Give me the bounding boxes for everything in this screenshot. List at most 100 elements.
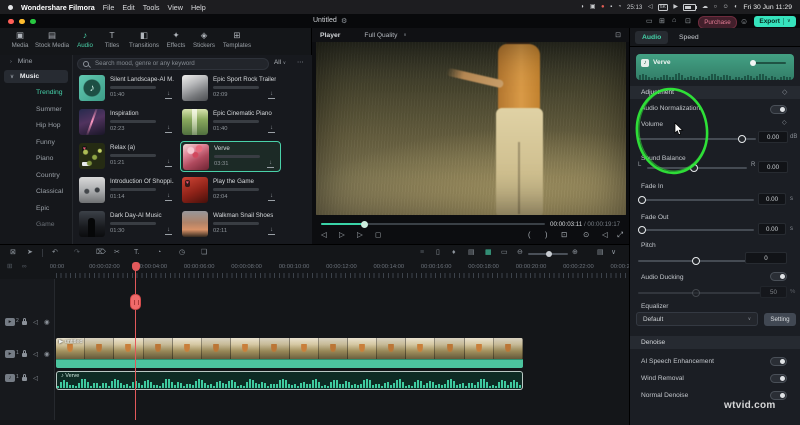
sidebar-item-summer[interactable]: Summer (36, 106, 62, 113)
app-menu-title[interactable]: Wondershare Filmora (21, 3, 95, 12)
fade-in-slider[interactable] (638, 195, 754, 204)
home-icon[interactable]: ⌂ (672, 17, 676, 24)
volume-slider[interactable] (638, 134, 756, 143)
tab-transitions[interactable]: ◧ Transitions (129, 30, 159, 49)
library-item-selected[interactable]: Verve 03:31 ↓ (180, 141, 281, 172)
fade-out-handle[interactable] (638, 225, 646, 234)
playback-progress-bar[interactable] (321, 220, 545, 228)
quality-dropdown[interactable]: Full Quality (364, 32, 397, 39)
render-icon[interactable]: ▤ (468, 248, 475, 258)
tab-stickers[interactable]: ◈ Stickers (193, 30, 215, 49)
ducking-slider[interactable] (638, 288, 760, 297)
search-input[interactable] (93, 59, 263, 68)
reset-volume-icon[interactable]: ◇ (782, 119, 787, 126)
tab-stock-media[interactable]: ▤ Stock Media (35, 30, 69, 49)
fade-out-value[interactable]: 0.00 (758, 223, 786, 235)
play-icon[interactable]: ▶ (673, 4, 678, 10)
clip-volume-handle[interactable] (750, 60, 756, 66)
split-icon[interactable]: ✂ (114, 248, 120, 258)
music-label-row[interactable]: ∨ Music (10, 73, 39, 80)
download-icon[interactable]: ↓ (165, 193, 172, 201)
link-icon[interactable]: ∞ (22, 262, 27, 272)
wind-removal-toggle[interactable] (770, 374, 787, 383)
manage-tracks-icon[interactable]: ⊞ (7, 262, 12, 272)
zoom-out-icon[interactable]: ⊖ (517, 248, 523, 258)
denoise-section-header[interactable]: Denoise (630, 336, 800, 349)
lock-track-icon[interactable] (22, 374, 27, 381)
mixer-icon[interactable]: ≡ (420, 248, 424, 258)
selected-clip-bar[interactable]: ♪ Verve (636, 54, 794, 80)
tab-templates[interactable]: ⊞ Templates (223, 30, 251, 49)
sidebar-item-country[interactable]: Country (36, 172, 60, 179)
upload-cloud-icon[interactable]: ⊞ (659, 17, 665, 25)
undo-icon[interactable]: ↶ (52, 248, 58, 258)
menu-item-edit[interactable]: Edit (122, 3, 134, 12)
minimize-window-button[interactable] (19, 18, 25, 24)
record-dot-icon[interactable]: ● (601, 4, 605, 10)
capture-icon[interactable]: ▪ (610, 4, 612, 10)
ducking-value[interactable]: 50 (760, 286, 787, 298)
library-item[interactable]: Walkman Snail Shoes 02:11 ↓ (180, 209, 281, 240)
audio-ducking-toggle[interactable] (770, 272, 787, 281)
volume-handle[interactable] (738, 134, 746, 143)
preview-render-icon[interactable]: ▦ (485, 248, 492, 258)
clip-volume-slider[interactable] (750, 60, 786, 66)
normal-denoise-toggle[interactable] (770, 391, 787, 400)
library-item[interactable]: Introduction Of Shoppi... 01:14 ↓ (77, 175, 178, 206)
mute-icon[interactable]: ◁ (602, 229, 608, 241)
project-settings-icon[interactable]: ⚙ (341, 17, 347, 25)
tab-titles[interactable]: T Titles (105, 30, 120, 49)
download-icon[interactable]: ↓ (165, 227, 172, 235)
library-item[interactable]: ♥ Relax (a) 01:21 ↓ (77, 141, 178, 172)
equalizer-preset-dropdown[interactable]: Default ∨ (636, 312, 758, 326)
video-track-icon[interactable]: ▸ (5, 318, 15, 326)
library-item[interactable]: Silent Landscape-AI M... 01:40 ↓ (77, 73, 178, 104)
display-mirror-icon[interactable]: ◗ (581, 4, 585, 10)
progress-handle[interactable] (361, 220, 368, 228)
adjustment-section-header[interactable]: Adjustment (630, 86, 800, 99)
download-icon[interactable]: ↓ (268, 193, 275, 201)
download-icon[interactable]: ↓ (268, 227, 275, 235)
sidebar-item-classical[interactable]: Classical (36, 188, 63, 195)
recording-timer[interactable]: ◔ (618, 4, 622, 10)
sidebar-item-game[interactable]: Game (36, 221, 55, 228)
menu-item-tools[interactable]: Tools (143, 3, 160, 12)
balance-slider[interactable] (647, 163, 747, 172)
video-clip[interactable]: ▶ untitled (56, 338, 523, 368)
playhead-pin[interactable] (131, 262, 140, 271)
download-icon[interactable]: ↓ (268, 125, 275, 133)
mute-track-icon[interactable]: ◁ (33, 318, 38, 327)
pitch-handle[interactable] (692, 256, 700, 265)
delete-icon[interactable]: ⌦ (96, 248, 106, 258)
balance-handle[interactable] (690, 163, 698, 172)
volume-icon[interactable]: ◁ (648, 4, 653, 10)
pitch-value[interactable]: 0 (745, 252, 787, 264)
close-window-button[interactable] (8, 18, 14, 24)
stop-icon[interactable]: ◻ (375, 229, 381, 241)
library-item[interactable]: Epic Cinematic Piano 01:40 ↓ (180, 107, 281, 138)
menu-item-help[interactable]: Help (191, 3, 206, 12)
pointer-icon[interactable]: ➤ (27, 248, 33, 258)
download-icon[interactable]: ↓ (268, 91, 275, 99)
reset-adjustment-icon[interactable]: ◇ (782, 88, 787, 96)
audio-track-icon[interactable]: ♪ (5, 374, 15, 382)
volume-value[interactable]: 0.00 (758, 131, 788, 143)
mute-track-icon[interactable]: ◁ (33, 374, 38, 383)
purchase-button[interactable]: Purchase (698, 15, 737, 29)
filter-dropdown[interactable]: All ∨ (274, 59, 286, 66)
audio-clip[interactable]: ♪ Verve (56, 371, 523, 390)
apple-logo-icon[interactable] (8, 4, 13, 10)
zoom-in-icon[interactable]: ⊕ (572, 248, 578, 258)
cloud-icon[interactable]: ☁ (702, 4, 708, 10)
redo-icon[interactable]: ↷ (74, 248, 80, 258)
marker-icon[interactable]: ♦ (452, 248, 456, 258)
sidebar-item-trending[interactable]: Trending (36, 89, 63, 96)
mute-track-icon[interactable]: ◁ (33, 350, 38, 359)
display-icon[interactable]: ⊡ (561, 229, 567, 241)
media-view-icon[interactable]: ⊠ (10, 248, 16, 258)
timer-icon[interactable]: ◷ (179, 248, 185, 258)
menu-clock[interactable]: Fri 30 Jun 11:29 (743, 4, 792, 11)
hide-track-icon[interactable]: ◉ (44, 318, 50, 327)
battery-icon[interactable] (683, 3, 698, 11)
library-item[interactable]: Inspiration 02:23 ↓ (77, 107, 178, 138)
